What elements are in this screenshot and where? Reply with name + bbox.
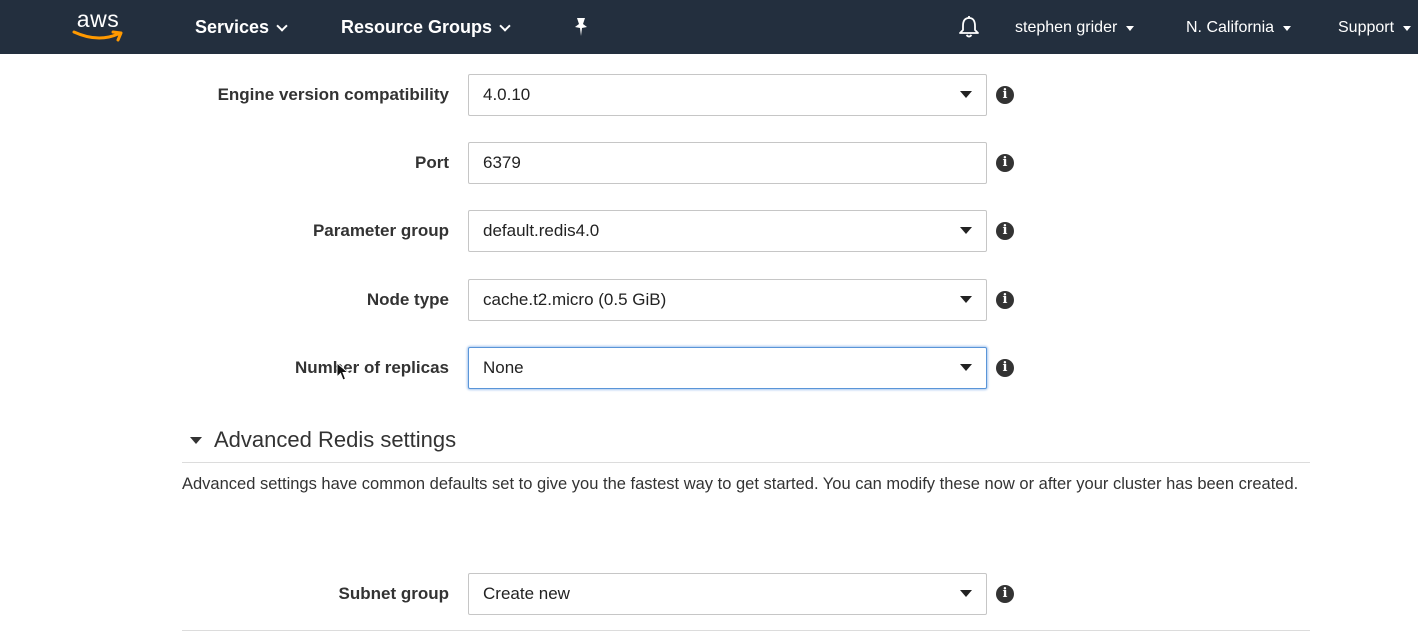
chevron-down-icon xyxy=(499,19,511,32)
subnet-group-label: Subnet group xyxy=(338,584,449,603)
subnet-group-select[interactable]: Create new xyxy=(468,573,987,615)
resource-groups-label: Resource Groups xyxy=(341,17,493,37)
parameter-group-label: Parameter group xyxy=(312,221,449,240)
aws-smile-icon xyxy=(72,30,123,42)
user-name: stephen grider xyxy=(1015,19,1118,36)
top-nav: aws Services Resource Groups stephen gri… xyxy=(0,0,1418,54)
chevron-down-icon xyxy=(276,19,288,32)
port-row: Port 6379 i xyxy=(0,142,1418,184)
node-type-select[interactable]: cache.t2.micro (0.5 GiB) xyxy=(468,279,987,321)
info-icon[interactable]: i xyxy=(996,154,1014,172)
advanced-settings-description: Advanced settings have common defaults s… xyxy=(182,475,1299,493)
node-type-row: Node type cache.t2.micro (0.5 GiB) i xyxy=(0,279,1418,321)
parameter-group-select[interactable]: default.redis4.0 xyxy=(468,210,987,252)
info-icon[interactable]: i xyxy=(996,291,1014,309)
subnet-group-value: Create new xyxy=(483,584,570,603)
dropdown-arrow-icon xyxy=(960,296,972,303)
bottom-divider xyxy=(182,630,1310,631)
advanced-settings-toggle[interactable]: Advanced Redis settings xyxy=(190,427,456,453)
pin-icon[interactable] xyxy=(572,17,590,37)
services-menu[interactable]: Services xyxy=(195,17,288,38)
mouse-cursor-icon xyxy=(336,362,350,381)
subnet-group-row: Subnet group Create new i xyxy=(0,573,1418,615)
caret-down-icon xyxy=(190,436,202,444)
caret-down-icon xyxy=(1283,25,1292,31)
replicas-label: Number of replicas xyxy=(295,358,449,377)
engine-version-select[interactable]: 4.0.10 xyxy=(468,74,987,116)
caret-down-icon xyxy=(1126,25,1135,31)
advanced-settings-title: Advanced Redis settings xyxy=(214,427,457,452)
port-input[interactable]: 6379 xyxy=(468,142,987,184)
info-icon[interactable]: i xyxy=(996,359,1014,377)
region-name: N. California xyxy=(1186,19,1275,36)
caret-down-icon xyxy=(1403,25,1412,31)
resource-groups-menu[interactable]: Resource Groups xyxy=(341,17,511,38)
dropdown-arrow-icon xyxy=(960,91,972,98)
section-divider xyxy=(182,462,1310,463)
parameter-group-value: default.redis4.0 xyxy=(483,221,600,240)
dropdown-arrow-icon xyxy=(960,590,972,597)
replicas-value: None xyxy=(483,358,524,377)
parameter-group-row: Parameter group default.redis4.0 i xyxy=(0,210,1418,252)
dropdown-arrow-icon xyxy=(960,227,972,234)
engine-version-value: 4.0.10 xyxy=(483,85,531,104)
node-type-value: cache.t2.micro (0.5 GiB) xyxy=(483,290,667,309)
info-icon[interactable]: i xyxy=(996,222,1014,240)
aws-logo[interactable]: aws xyxy=(70,6,126,46)
region-menu[interactable]: N. California xyxy=(1186,19,1292,37)
info-icon[interactable]: i xyxy=(996,585,1014,603)
port-label: Port xyxy=(415,153,449,172)
replicas-select[interactable]: None xyxy=(468,347,987,389)
bell-icon[interactable] xyxy=(958,15,980,39)
node-type-label: Node type xyxy=(366,290,449,309)
services-label: Services xyxy=(195,17,270,37)
user-menu[interactable]: stephen grider xyxy=(1015,19,1135,37)
support-label: Support xyxy=(1338,19,1395,36)
port-value: 6379 xyxy=(483,153,521,172)
engine-version-label: Engine version compatibility xyxy=(217,85,449,104)
support-menu[interactable]: Support xyxy=(1338,19,1412,37)
replicas-row: Number of replicas None i xyxy=(0,347,1418,389)
info-icon[interactable]: i xyxy=(996,86,1014,104)
dropdown-arrow-icon xyxy=(960,364,972,371)
engine-version-row: Engine version compatibility 4.0.10 i xyxy=(0,74,1418,116)
